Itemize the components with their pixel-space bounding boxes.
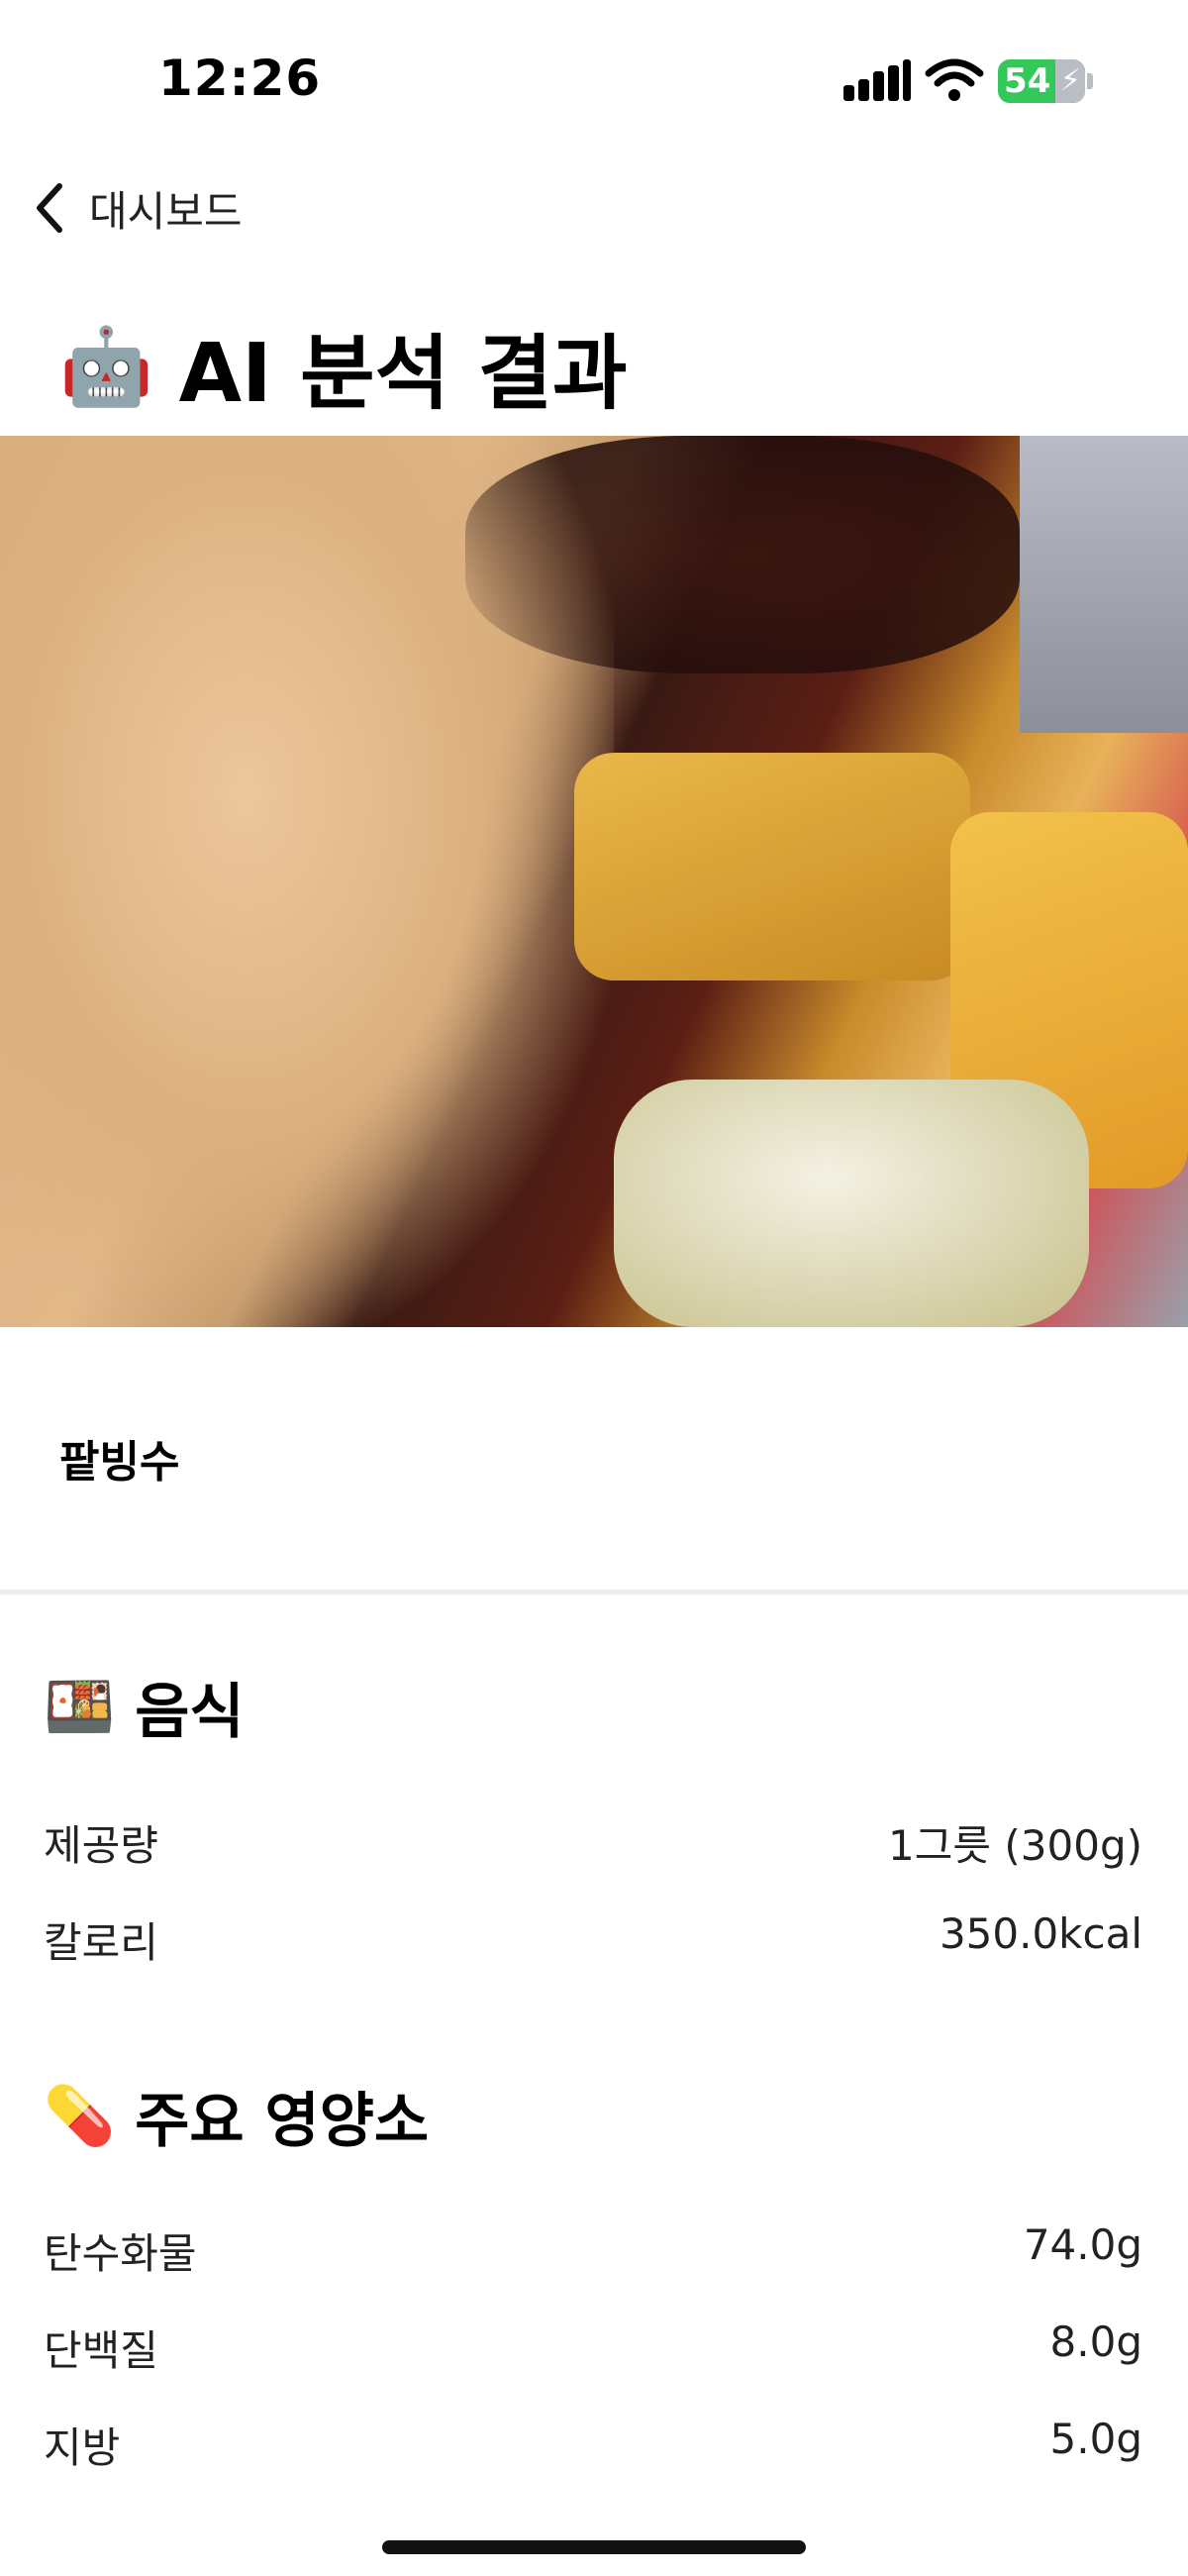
battery-tip [1087,73,1093,89]
pill-icon: 💊 [44,2082,116,2149]
bento-icon: 🍱 [44,1673,116,1740]
carbs-value: 74.0g [1023,2220,1142,2269]
serving-label: 제공량 [44,1821,158,1870]
food-photo [0,436,1188,1327]
home-indicator[interactable] [382,2540,806,2554]
protein-label: 단백질 [44,2326,158,2375]
chevron-left-icon [37,183,62,233]
page-title: 🤖 AI 분석 결과 [59,307,627,425]
battery-level: 54 [1004,61,1051,101]
food-name: 팥빙수 [59,1437,180,1488]
protein-value: 8.0g [1049,2318,1142,2366]
fat-value: 5.0g [1049,2415,1142,2463]
cellular-signal-icon [843,59,913,101]
status-time: 12:26 [158,50,322,107]
back-button-label: 대시보드 [89,186,243,236]
wifi-icon [925,57,984,103]
section-nutrients-heading: 💊 주요 영양소 [44,2073,429,2159]
section-food-title: 음식 [135,1678,245,1747]
fat-label: 지방 [44,2423,121,2472]
section-nutrients-title: 주요 영양소 [135,2087,430,2156]
carbs-label: 탄수화물 [44,2229,197,2278]
battery-icon: 54 ⚡ [998,59,1085,103]
calorie-value: 350.0kcal [939,1909,1142,1958]
calorie-label: 칼로리 [44,1918,158,1967]
section-food-heading: 🍱 음식 [44,1664,245,1750]
serving-value: 1그릇 (300g) [888,1821,1142,1870]
divider [0,1590,1188,1595]
page-title-text: AI 분석 결과 [178,327,628,421]
back-button[interactable]: 대시보드 [30,178,243,238]
charging-bolt-icon: ⚡ [1059,63,1081,98]
robot-icon: 🤖 [59,321,153,410]
